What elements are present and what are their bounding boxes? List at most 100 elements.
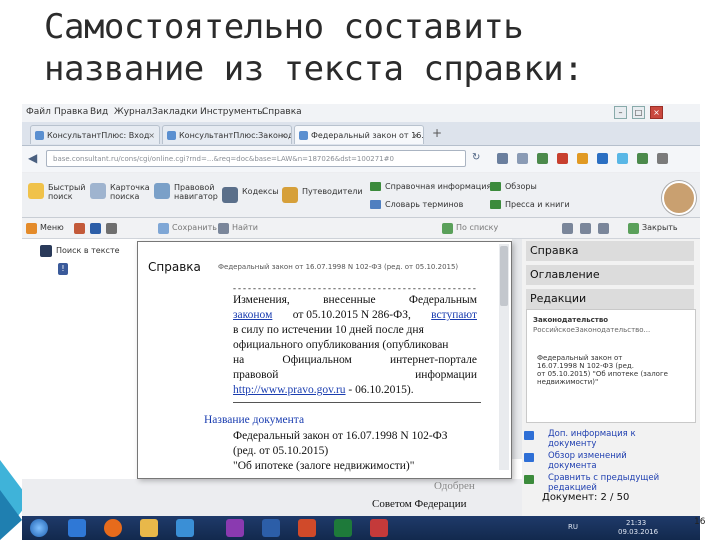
document-scrollbar[interactable]: [512, 239, 522, 459]
media-player-icon[interactable]: [176, 519, 194, 537]
app-icon[interactable]: [370, 519, 388, 537]
internet-explorer-icon[interactable]: [68, 519, 86, 537]
changes-review-label-2: документа: [548, 461, 597, 471]
extra-info-label-1: Доп. информация к: [548, 429, 636, 439]
find-button[interactable]: Найти: [232, 223, 258, 232]
skype-icon[interactable]: [617, 153, 628, 164]
press-link[interactable]: Пресса и книги: [490, 200, 570, 209]
back-arrow-icon[interactable]: ◀: [28, 151, 37, 165]
bookmark-star-icon[interactable]: [497, 153, 508, 164]
url-field[interactable]: base.consultant.ru/cons/cgi/online.cgi?r…: [46, 150, 466, 167]
close-tab-icon[interactable]: ×: [412, 126, 419, 144]
binoculars-icon[interactable]: [40, 245, 52, 257]
scope-arrow-icon[interactable]: [442, 223, 453, 234]
close-window-icon[interactable]: ×: [650, 106, 663, 119]
popup-line: законом от 05.10.2015 N 286-ФЗ, вступают: [233, 308, 477, 323]
tool-icon[interactable]: [562, 223, 573, 234]
firefox-icon[interactable]: [104, 519, 122, 537]
info-marker-icon[interactable]: !: [58, 263, 68, 275]
tab-login[interactable]: КонсультантПлюс: Вход ×: [30, 125, 160, 144]
doc-name-line: Федеральный закон от 16.07.1998 N 102-ФЗ: [233, 430, 448, 442]
tab-reference[interactable]: Справка: [526, 241, 694, 261]
tab-federal-law[interactable]: Федеральный закон от 16.... ×: [294, 125, 424, 144]
close-doc-button[interactable]: Закрыть: [642, 223, 678, 232]
menu-button[interactable]: Меню: [40, 223, 64, 232]
word-app-icon[interactable]: [262, 519, 280, 537]
vk-icon[interactable]: [597, 153, 608, 164]
powerpoint-icon[interactable]: [298, 519, 316, 537]
address-bar: ◀ base.consultant.ru/cons/cgi/online.cgi…: [22, 146, 700, 172]
codes-label: Кодексы: [242, 187, 279, 196]
reviews-link[interactable]: Обзоры: [490, 182, 537, 191]
menu-bookmarks[interactable]: Закладки: [152, 107, 198, 117]
save-icon[interactable]: [158, 223, 169, 234]
card-search-icon: [90, 183, 106, 199]
compare-icon: [524, 475, 534, 484]
word-icon[interactable]: [90, 223, 101, 234]
clock-time[interactable]: 21:33: [626, 519, 646, 527]
search-card-label-1: Карточка: [110, 183, 150, 192]
avatar[interactable]: [662, 181, 696, 215]
consultant-favicon-icon: [299, 131, 308, 140]
popup-scroll-thumb[interactable]: [500, 246, 508, 306]
close-tab-icon[interactable]: ×: [148, 126, 155, 144]
print-preview-icon[interactable]: [74, 223, 85, 234]
close-doc-icon[interactable]: [628, 223, 639, 234]
popup-line: в силу по истечении 10 дней после дня: [233, 323, 477, 338]
tab-editions[interactable]: Редакции: [526, 289, 694, 309]
taskbar: RU 21:33 09.03.2016: [22, 516, 700, 540]
dashed-separator: ----------------------------------------…: [233, 284, 477, 293]
consultant-toolbar: Быстрый поиск Карточка поиска Правовой нави…: [22, 173, 700, 218]
language-indicator[interactable]: RU: [568, 523, 578, 531]
minimize-icon[interactable]: –: [614, 106, 627, 119]
by-list-button[interactable]: По списку: [456, 223, 498, 232]
tool-icon[interactable]: [598, 223, 609, 234]
find-icon[interactable]: [218, 223, 229, 234]
pravo-gov-link[interactable]: http://www.pravo.gov.ru: [233, 384, 346, 396]
save-button[interactable]: Сохранить: [172, 223, 217, 232]
hamburger-menu-icon[interactable]: [657, 153, 668, 164]
clock-date[interactable]: 09.03.2016: [618, 528, 658, 536]
takes-effect-link[interactable]: вступают: [431, 308, 477, 323]
tab-legislation[interactable]: КонсультантПлюс:Законод... ×: [162, 125, 292, 144]
new-tab-icon[interactable]: +: [432, 126, 442, 140]
menu-history[interactable]: Журнал: [114, 107, 152, 117]
text-fragment: от 05.10.2015 N 286-ФЗ,: [292, 309, 411, 321]
print-icon[interactable]: [106, 223, 117, 234]
tool-icon[interactable]: [580, 223, 591, 234]
menu-tools[interactable]: Инструменты: [200, 107, 264, 117]
addon-icon[interactable]: [637, 153, 648, 164]
search-in-text-label[interactable]: Поиск в тексте: [56, 246, 120, 255]
menu-help[interactable]: Справка: [262, 107, 302, 117]
law-link[interactable]: законом: [233, 308, 272, 323]
menu-view[interactable]: Вид: [90, 107, 108, 117]
info-doc-icon: [524, 431, 534, 440]
text-fragment: на: [233, 354, 245, 366]
close-tab-icon[interactable]: ×: [280, 126, 287, 144]
pocket-icon[interactable]: [557, 153, 568, 164]
reading-list-icon[interactable]: [517, 153, 528, 164]
app-icon[interactable]: [226, 519, 244, 537]
maximize-icon[interactable]: □: [632, 106, 645, 119]
menu-icon[interactable]: [26, 223, 37, 234]
doc-name-heading: Название документа: [204, 414, 305, 426]
left-pane: Поиск в тексте !: [22, 239, 132, 479]
glossary-link[interactable]: Словарь терминов: [370, 200, 463, 209]
excel-icon[interactable]: [334, 519, 352, 537]
extra-info-label-2: документу: [548, 439, 597, 449]
glossary-icon: [370, 200, 381, 209]
reference-popup: Справка Федеральный закон от 16.07.1998 …: [137, 241, 512, 479]
download-icon[interactable]: [537, 153, 548, 164]
consultant-favicon-icon: [167, 131, 176, 140]
guides-icon: [282, 187, 298, 203]
tab-contents[interactable]: Оглавление: [526, 265, 694, 285]
folder-icon[interactable]: [140, 519, 158, 537]
reload-icon[interactable]: ↻: [472, 151, 480, 165]
reference-info-icon: [370, 182, 381, 191]
menu-edit[interactable]: Правка: [54, 107, 88, 117]
extension-icon[interactable]: [577, 153, 588, 164]
menu-file[interactable]: Файл: [26, 107, 51, 117]
popup-scrollbar[interactable]: [499, 244, 509, 470]
start-button-icon[interactable]: [30, 519, 48, 537]
reference-info-link[interactable]: Справочная информация: [370, 182, 491, 191]
